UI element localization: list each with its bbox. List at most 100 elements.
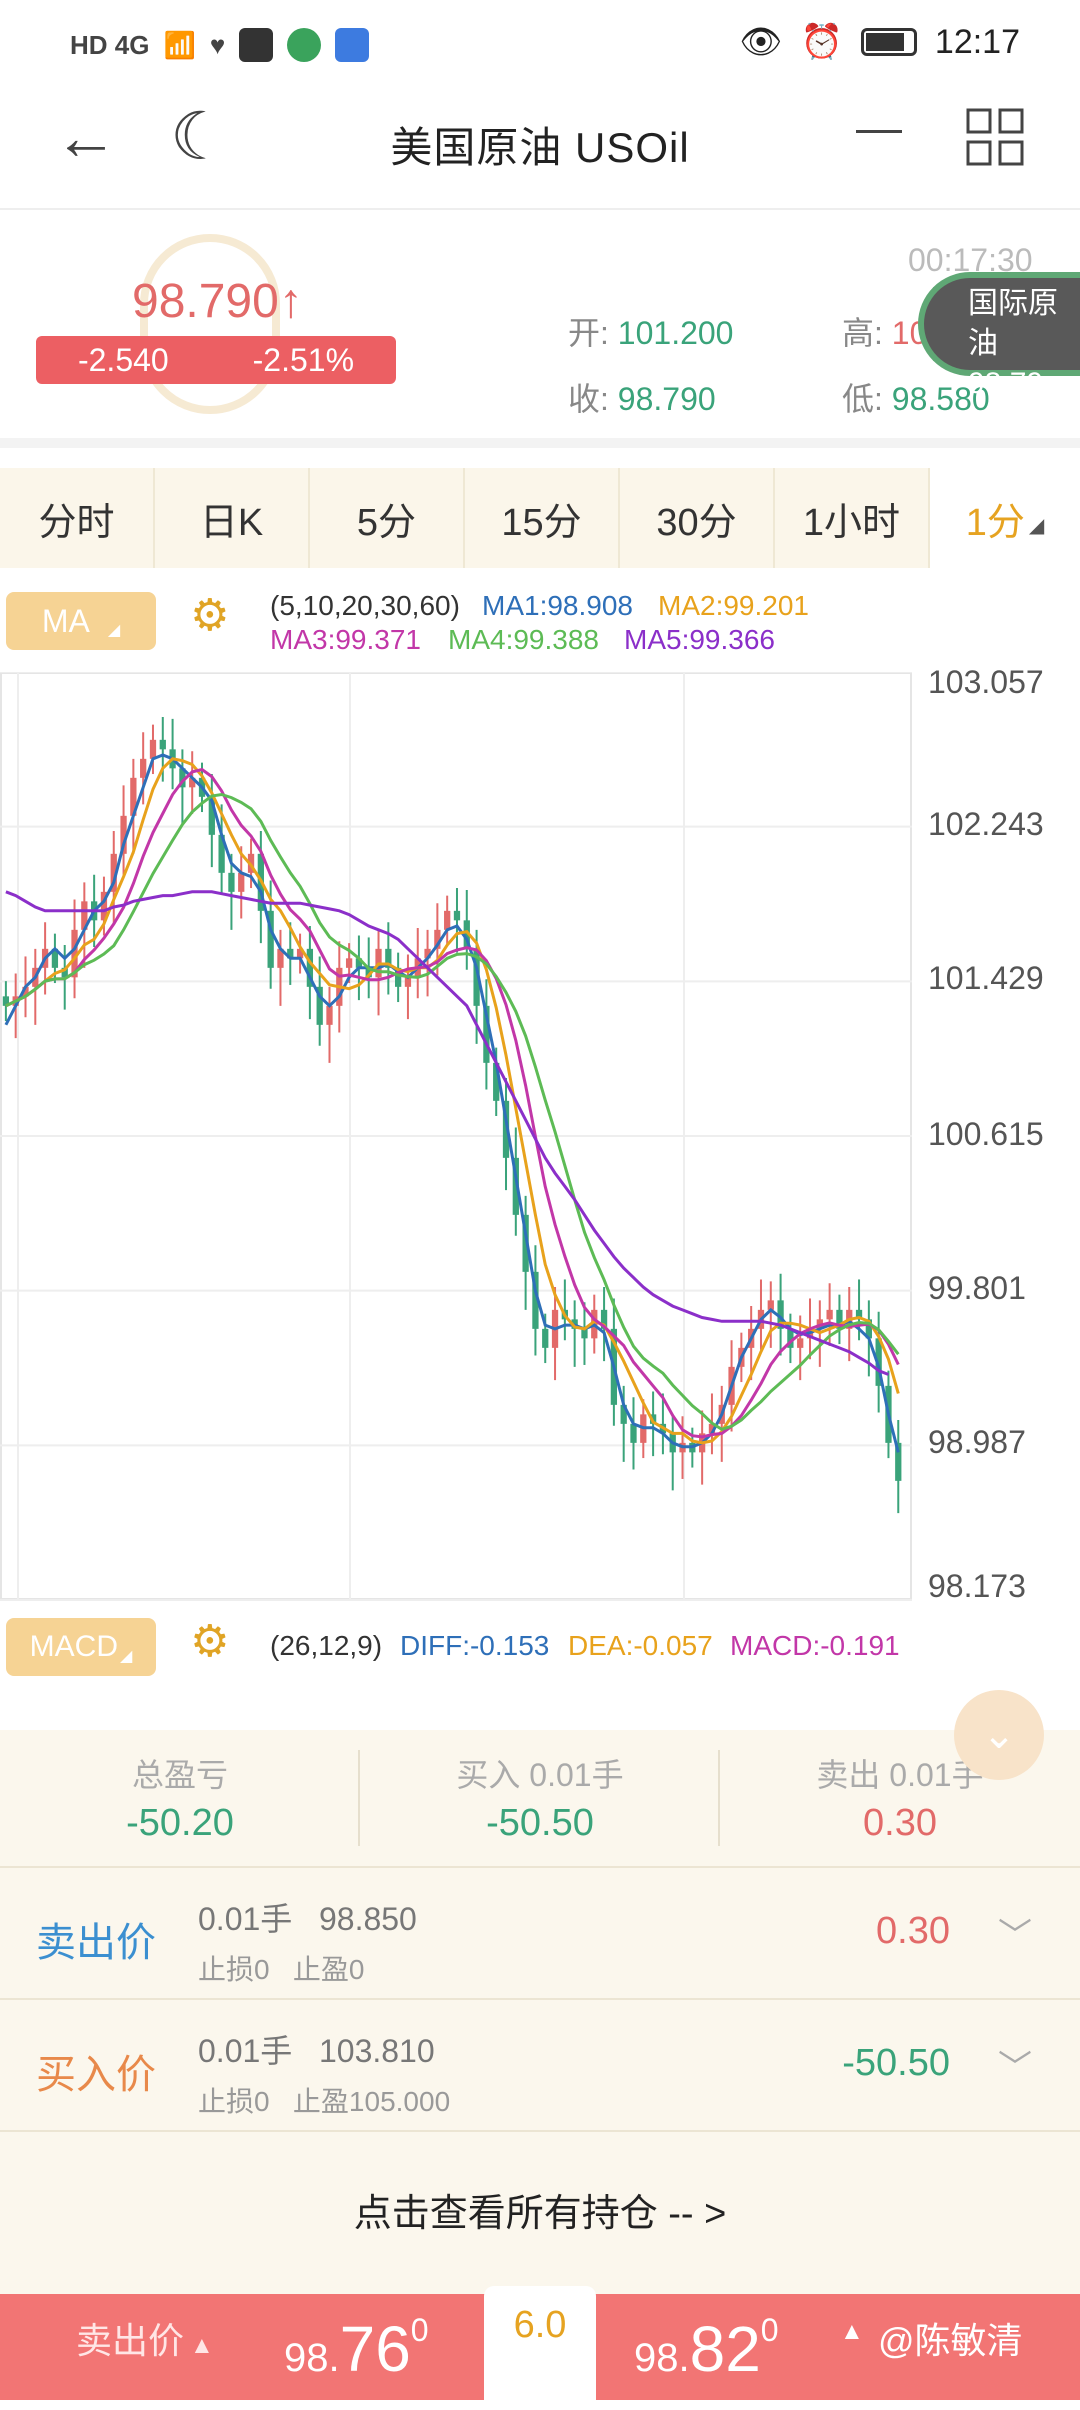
dropdown-triangle-icon: ◢	[1028, 514, 1045, 537]
price-change: -2.540	[77, 341, 169, 378]
ma4-value: MA4:99.388	[448, 624, 599, 655]
y-tick-label: 103.057	[928, 664, 1044, 700]
up-arrow-icon: ↑	[278, 275, 303, 328]
chevron-down-icon[interactable]: ﹀	[998, 1908, 1032, 1957]
buy-price-prefix: 98.	[634, 2336, 690, 2380]
buy-price[interactable]: 98.820	[634, 2312, 779, 2386]
position-lots: 0.01手	[198, 2033, 293, 2069]
sell-label: 卖出价	[76, 2320, 185, 2361]
total-pnl: 总盈亏 -50.20	[0, 1750, 360, 1845]
battery-icon	[860, 28, 917, 56]
position-pnl: 0.30	[876, 1910, 950, 1952]
float-title: 国际原油	[968, 287, 1058, 360]
tab-daily[interactable]: 日K	[155, 468, 310, 568]
alarm-icon: ⏰	[800, 23, 843, 61]
open-value: 101.200	[617, 315, 734, 351]
sell-price-sup: 0	[410, 2312, 429, 2348]
ma-button-label: MA	[41, 602, 90, 639]
macd-indicator-row: MACD ◢ ⚙ (26,12,9) DIFF:-0.153 DEA:-0.057…	[0, 1612, 1080, 1682]
trade-bar: 卖出价 ▲ 98.760 6.0 98.820 ▲ @陈敏清	[0, 2286, 1080, 2410]
sell-price-main: 76	[339, 2313, 411, 2385]
take-profit: 止盈0	[292, 1954, 365, 1985]
positions-panel: 总盈亏 -50.20 买入 0.01手 -50.50 卖出 0.01手 0.30…	[0, 1730, 1080, 2295]
ma-params: (5,10,20,30,60)	[270, 590, 460, 621]
tab-1min-label: 1分	[965, 501, 1025, 544]
candle-body	[228, 872, 235, 892]
price-value: 98.790	[132, 275, 279, 328]
watermark: @陈敏清	[878, 2320, 1023, 2361]
macd-settings-gear-icon[interactable]: ⚙	[190, 1616, 229, 1667]
buy-pnl-label: 买入 0.01手	[456, 1757, 624, 1793]
y-tick-label: 102.243	[928, 806, 1044, 842]
ma1-value: MA1:98.908	[482, 590, 633, 621]
tab-1hour[interactable]: 1小时	[775, 468, 930, 568]
page-title: 美国原油 USOil	[390, 124, 690, 171]
position-price: 98.850	[318, 1901, 417, 1937]
macd-button[interactable]: MACD ◢	[6, 1618, 156, 1676]
candle-body	[326, 1005, 333, 1025]
minimize-icon[interactable]	[856, 130, 902, 133]
sell-price[interactable]: 98.760	[284, 2312, 429, 2386]
ma4-line	[5, 792, 900, 1432]
macd-params: (26,12,9)	[270, 1630, 383, 1661]
scroll-down-button[interactable]: ⌄	[954, 1690, 1044, 1780]
position-sl-tp: 止损0 止盈105.000	[198, 2080, 450, 2120]
y-tick-label: 101.429	[928, 960, 1044, 996]
status-bar: HD 4G 📶 ♥ 👁 ⏰ 12:17	[0, 0, 1080, 92]
position-row-sell[interactable]: 卖出价 0.01手 98.850 止损0 止盈0 0.30 ﹀	[0, 1866, 1080, 1998]
tab-1min[interactable]: 1分 ◢	[930, 468, 1080, 568]
chart-svg	[0, 671, 912, 1601]
candle-body	[797, 1338, 804, 1348]
position-pnl: -50.50	[842, 2042, 950, 2084]
macd-button-label: MACD	[29, 1630, 119, 1663]
tab-15min[interactable]: 15分	[465, 468, 620, 568]
stop-loss: 止损0	[198, 2086, 270, 2117]
candle-body	[159, 739, 166, 750]
current-price: 98.790↑	[132, 274, 303, 329]
sell-price-prefix: 98.	[284, 2336, 340, 2380]
ma-settings-gear-icon[interactable]: ⚙	[190, 590, 229, 641]
y-tick-label: 100.615	[928, 1116, 1044, 1152]
position-lots-price: 0.01手 103.810	[198, 2026, 435, 2072]
ma-button[interactable]: MA ◢	[6, 592, 156, 650]
buy-pnl-value: -50.50	[486, 1802, 594, 1844]
see-all-positions-link[interactable]: 点击查看所有持仓 -- >	[0, 2182, 1080, 2237]
take-profit: 止盈105.000	[292, 2086, 451, 2117]
title-bar: ← ☾ 美国原油 USOil	[0, 92, 1080, 210]
ma2-value: MA2:99.201	[658, 590, 809, 621]
chevron-down-icon[interactable]: ﹀	[998, 2040, 1032, 2089]
candle-body	[630, 1423, 637, 1443]
heart-icon: ♥	[209, 29, 226, 60]
app-green-icon	[287, 28, 322, 62]
tab-30min[interactable]: 30分	[620, 468, 775, 568]
candle-body	[149, 739, 157, 759]
floating-quote-badge[interactable]: 国际原油 98.79	[918, 272, 1080, 400]
network-label: HD 4G	[70, 29, 150, 60]
sell-button[interactable]: 卖出价 ▲	[76, 2312, 214, 2364]
low-label: 低:	[842, 381, 883, 417]
candle-body	[453, 910, 461, 921]
float-value: 98.79	[968, 367, 1044, 400]
tab-5min[interactable]: 5分	[310, 468, 465, 568]
candle-body	[238, 872, 245, 892]
position-sl-tp: 止损0 止盈0	[198, 1948, 365, 1988]
position-row-buy[interactable]: 买入价 0.01手 103.810 止损0 止盈105.000 -50.50 ﹀	[0, 1998, 1080, 2130]
ma3-line	[5, 767, 900, 1439]
candlestick-chart[interactable]: 103.057 102.243 101.429 100.615 99.801 9…	[0, 664, 1080, 1604]
candle-body	[444, 910, 451, 930]
sell-pnl-value: 0.30	[863, 1802, 937, 1844]
macd-value: MACD:-0.191	[730, 1630, 900, 1661]
buy-pnl: 买入 0.01手 -50.50	[360, 1750, 720, 1845]
close-stat: 收: 98.790	[568, 374, 716, 420]
triangle-up-icon: ▲	[840, 2318, 864, 2345]
total-pnl-value: -50.20	[126, 1802, 234, 1844]
candle-body	[140, 758, 147, 778]
candle-body	[345, 958, 353, 968]
close-value: 98.790	[617, 381, 716, 417]
buy-price-sup: 0	[760, 2312, 779, 2348]
tab-fenshi[interactable]: 分时	[0, 468, 155, 568]
position-lots-price: 0.01手 98.850	[198, 1894, 417, 1940]
timeframe-tabs: 分时 日K 5分 15分 30分 1小时 1分 ◢	[0, 468, 1080, 568]
grid-menu-icon[interactable]	[966, 108, 1024, 166]
ma5-value: MA5:99.366	[624, 624, 775, 655]
